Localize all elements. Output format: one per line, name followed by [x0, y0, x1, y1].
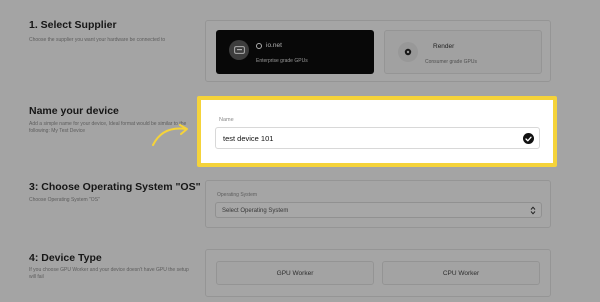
name-field-label: Name [219, 117, 234, 123]
name-device-highlight-panel: Name test device 101 [197, 96, 557, 167]
arrow-icon [152, 124, 188, 146]
device-name-input[interactable]: test device 101 [215, 127, 540, 149]
device-name-value: test device 101 [223, 134, 274, 143]
check-circle-icon [523, 133, 534, 144]
